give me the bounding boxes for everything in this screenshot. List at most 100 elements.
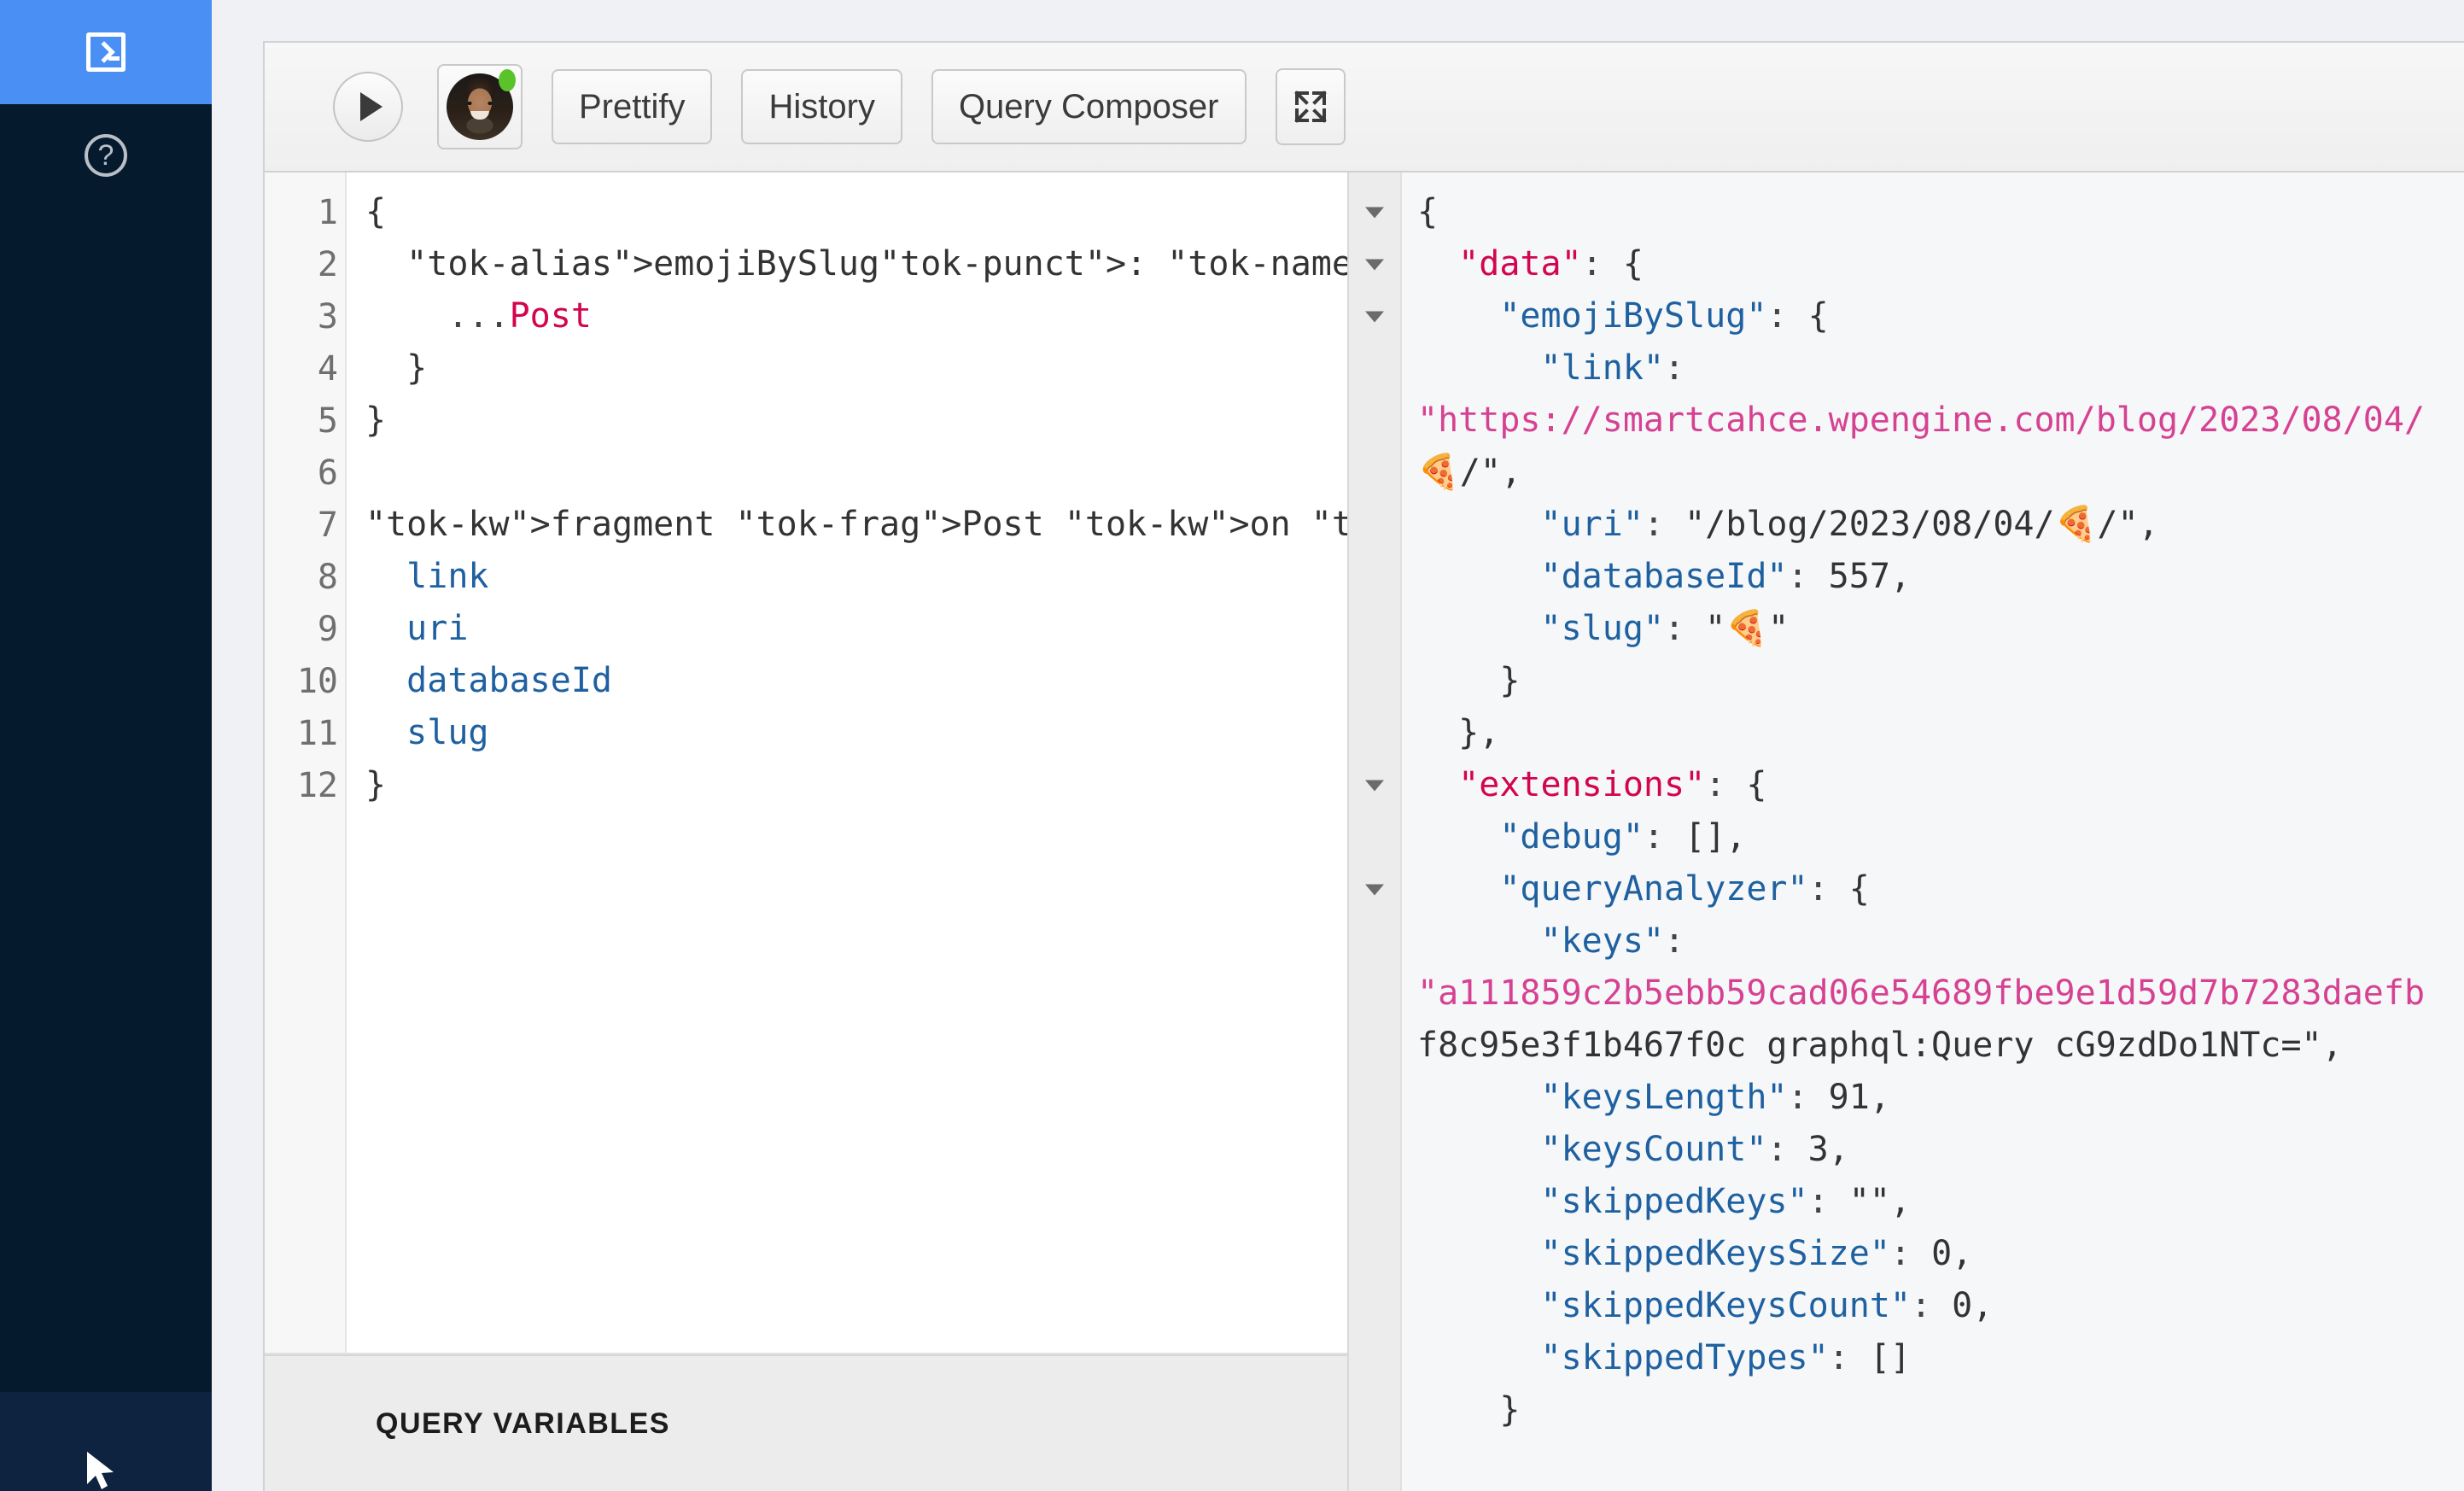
- fold-arrow-icon[interactable]: [1365, 259, 1384, 270]
- result-line: "skippedKeysSize": 0,: [1417, 1228, 2464, 1280]
- code-line: [365, 447, 1347, 499]
- fold-arrow-icon[interactable]: [1365, 884, 1384, 895]
- graphiql-window: Prettify History Query Composer: [263, 41, 2464, 1491]
- result-line: "data": {: [1417, 238, 2464, 290]
- code-line: link: [365, 551, 1347, 603]
- code-line: ...Post: [365, 290, 1347, 342]
- line-number: 4: [265, 342, 345, 395]
- result-line: },: [1417, 707, 2464, 759]
- result-gutter-row: [1349, 968, 1400, 1020]
- result-gutter-row: [1349, 499, 1400, 551]
- result-gutter-row: [1349, 1384, 1400, 1436]
- result-line: "queryAnalyzer": {: [1417, 863, 2464, 915]
- fold-arrow-icon[interactable]: [1365, 311, 1384, 322]
- result-gutter-row: [1349, 447, 1400, 499]
- result-gutter-row: [1349, 811, 1400, 863]
- result-line: "skippedTypes": []: [1417, 1332, 2464, 1384]
- code-line: }: [365, 342, 1347, 395]
- sidebar-item-terminal[interactable]: [0, 0, 212, 104]
- line-number: 11: [265, 707, 345, 759]
- line-number: 9: [265, 603, 345, 655]
- result-line: }: [1417, 1384, 2464, 1436]
- sidebar-item-help[interactable]: ?: [0, 104, 212, 207]
- result-line: "skippedKeys": "",: [1417, 1176, 2464, 1228]
- result-pane: { "data": { "emojiBySlug": { "link":"htt…: [1349, 172, 2464, 1491]
- code-line: uri: [365, 603, 1347, 655]
- editor-panes: 1 2 3 4 5 6 7 8 9 10 11 12: [265, 172, 2464, 1491]
- result-line: "keysCount": 3,: [1417, 1124, 2464, 1176]
- result-line: "slug": "🍕": [1417, 603, 2464, 655]
- prettify-button[interactable]: Prettify: [552, 69, 712, 144]
- execute-query-button[interactable]: [333, 72, 403, 142]
- result-gutter-row: [1349, 1176, 1400, 1228]
- line-number: 7: [265, 499, 345, 551]
- result-line: "databaseId": 557,: [1417, 551, 2464, 603]
- fold-arrow-icon[interactable]: [1365, 207, 1384, 218]
- code-line: slug: [365, 707, 1347, 759]
- result-gutter-row: [1349, 238, 1400, 290]
- result-line: }: [1417, 655, 2464, 707]
- line-number: 1: [265, 186, 345, 238]
- result-gutter-row: [1349, 1332, 1400, 1384]
- result-line: f8c95e3f1b467f0c graphql:Query cG9zdDo1N…: [1417, 1020, 2464, 1072]
- result-line: "https://smartcahce.wpengine.com/blog/20…: [1417, 395, 2464, 447]
- result-gutter-row: [1349, 1124, 1400, 1176]
- result-line: "keys":: [1417, 915, 2464, 968]
- status-badge: [499, 69, 516, 91]
- query-composer-button[interactable]: Query Composer: [931, 69, 1247, 144]
- line-number: 5: [265, 395, 345, 447]
- line-number: 6: [265, 447, 345, 499]
- result-gutter-row: [1349, 1020, 1400, 1072]
- result-gutter-row: [1349, 1280, 1400, 1332]
- result-line: {: [1417, 186, 2464, 238]
- query-editor-pane: 1 2 3 4 5 6 7 8 9 10 11 12: [265, 172, 1349, 1491]
- result-line: "extensions": {: [1417, 759, 2464, 811]
- play-icon: [360, 92, 382, 121]
- result-gutter-row: [1349, 655, 1400, 707]
- editor-gutter: 1 2 3 4 5 6 7 8 9 10 11 12: [265, 172, 347, 1353]
- result-line: "a111859c2b5ebb59cad06e54689fbe9e1d59d7b…: [1417, 968, 2464, 1020]
- result-line: "keysLength": 91,: [1417, 1072, 2464, 1124]
- line-number: 3: [265, 290, 345, 342]
- code-line: "tok-alias">emojiBySlug"tok-punct">: "to…: [365, 238, 1347, 290]
- fullscreen-button[interactable]: [1276, 68, 1346, 145]
- query-code[interactable]: { "tok-alias">emojiBySlug"tok-punct">: "…: [347, 172, 1347, 1353]
- mouse-cursor-icon: [85, 1447, 120, 1491]
- line-number: 10: [265, 655, 345, 707]
- code-line: }: [365, 395, 1347, 447]
- result-gutter-row: [1349, 551, 1400, 603]
- result-gutter-row: [1349, 759, 1400, 811]
- line-number: 12: [265, 759, 345, 811]
- result-gutter-row: [1349, 186, 1400, 238]
- code-line: }: [365, 759, 1347, 811]
- result-gutter-row: [1349, 603, 1400, 655]
- result-gutter-row: [1349, 863, 1400, 915]
- code-line: {: [365, 186, 1347, 238]
- query-editor[interactable]: 1 2 3 4 5 6 7 8 9 10 11 12: [265, 172, 1347, 1354]
- result-line: "link":: [1417, 342, 2464, 395]
- result-line: "skippedKeysCount": 0,: [1417, 1280, 2464, 1332]
- result-code[interactable]: { "data": { "emojiBySlug": { "link":"htt…: [1402, 172, 2464, 1491]
- page-background: Prettify History Query Composer: [212, 0, 2464, 1491]
- result-gutter-row: [1349, 915, 1400, 968]
- query-variables-panel[interactable]: QUERY VARIABLES: [265, 1354, 1347, 1491]
- result-line: "emojiBySlug": {: [1417, 290, 2464, 342]
- graphiql-app: ? Prettify History Query Compose: [0, 0, 2464, 1491]
- line-number: 2: [265, 238, 345, 290]
- toolbar: Prettify History Query Composer: [265, 43, 2464, 172]
- result-gutter-row: [1349, 342, 1400, 395]
- fold-arrow-icon[interactable]: [1365, 780, 1384, 791]
- code-line: "tok-kw">fragment "tok-frag">Post "tok-k…: [365, 499, 1347, 551]
- line-number: 8: [265, 551, 345, 603]
- result-line: 🍕/",: [1417, 447, 2464, 499]
- result-gutter-row: [1349, 395, 1400, 447]
- user-avatar-button[interactable]: [437, 64, 523, 149]
- result-gutter-row: [1349, 707, 1400, 759]
- help-circle-icon: ?: [85, 134, 127, 177]
- code-line: databaseId: [365, 655, 1347, 707]
- query-variables-title: QUERY VARIABLES: [376, 1407, 670, 1441]
- result-gutter-row: [1349, 1228, 1400, 1280]
- history-button[interactable]: History: [741, 69, 902, 144]
- result-gutter: [1349, 172, 1402, 1491]
- fullscreen-icon: [1292, 88, 1329, 126]
